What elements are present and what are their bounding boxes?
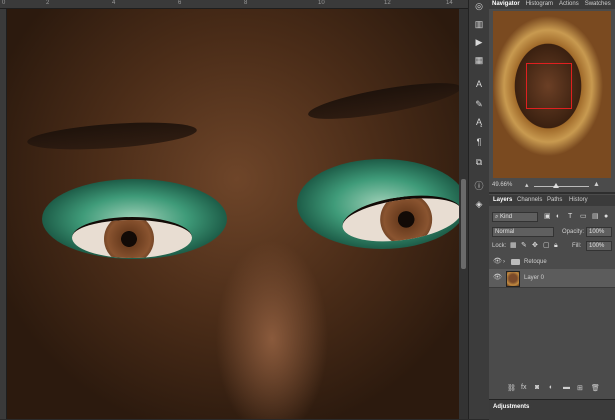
ruler-mark: 0 [2,0,6,6]
filter-kind-label: Kind [500,214,513,220]
tab-navigator[interactable]: Navigator [492,0,520,9]
shape-filter-icon[interactable]: ▭ [580,212,587,222]
scrollbar-thumb[interactable] [461,179,466,269]
left-iris [104,220,154,258]
filter-kind-select[interactable]: ⌕ Kind [492,212,538,222]
left-eyebrow [26,118,198,154]
lock-position-icon[interactable]: ✥ [532,241,538,251]
layers-footer: ⛓ fx ◙ ◐ ▬ ⊞ 🗑︎ [489,381,615,397]
ruler-left [0,9,7,419]
tab-paths[interactable]: Paths [547,195,562,206]
divider [489,192,615,194]
right-panel: Navigator Histogram Actions Swatches 49.… [489,0,615,420]
document-canvas[interactable] [7,9,459,419]
lock-row: Lock: ▦ ✎ ✥ ▢ 🔒︎ Fill: 100% [492,241,612,251]
trash-icon[interactable]: 🗑︎ [591,384,600,392]
blend-row: Normal Opacity: 100% [492,227,612,237]
vertical-scrollbar[interactable] [459,9,468,419]
histogram-icon[interactable]: ▥ [472,18,486,30]
new-layer-icon[interactable]: ⊞ [577,384,583,392]
left-eye [72,217,192,258]
glyphs-icon[interactable]: Ą [472,116,486,128]
fx-icon[interactable]: fx [521,384,526,391]
ruler-mark: 4 [112,0,116,6]
layer-thumbnail [506,271,520,287]
tab-channels[interactable]: Channels [517,195,542,206]
ruler-mark: 2 [46,0,50,6]
type-filter-icon[interactable]: T [568,212,572,222]
search-icon: ⌕ [495,214,499,220]
adjustment-icon[interactable]: ◐ [549,384,553,391]
ruler-mark: 10 [318,0,325,6]
ruler-mark: 8 [244,0,248,6]
smart-filter-icon[interactable]: ▤ [592,212,599,222]
navigator-icon[interactable]: ◎ [472,0,486,12]
layer-name: Layer 0 [524,275,545,281]
layers-tabs: Layers Channels Paths History [489,195,615,206]
zoom-in-icon[interactable]: ▲ [593,181,600,188]
filter-toggle-icon[interactable]: ● [604,212,608,222]
tab-histogram[interactable]: Histogram [526,0,553,9]
lock-transparency-icon[interactable]: ▦ [510,241,517,251]
ruler-mark: 6 [178,0,182,6]
actions-icon[interactable]: ▶ [472,36,486,48]
adjustment-filter-icon[interactable]: ◐ [556,212,560,222]
panel-icon-strip: ◎ ▥ ▶ ▦ A ✎ Ą ¶ ⧉ ⓘ ◈ [468,0,490,419]
layer-row-pixel[interactable]: 👁︎ Layer 0 [489,269,615,288]
ruler-top: 0 2 4 6 8 10 12 14 [0,0,470,9]
visibility-eye-icon[interactable]: 👁︎ [493,269,502,287]
layer-filter-row: ⌕ Kind ▣ ◐ T ▭ ▤ ● [492,212,612,222]
zoom-slider[interactable] [534,186,589,187]
adjustments-panel: Adjustments [489,399,615,420]
ruler-mark: 14 [446,0,453,6]
tab-history[interactable]: History [569,195,588,206]
fill-input[interactable]: 100% [586,241,612,251]
navigator-view-box[interactable] [526,63,572,109]
lock-all-icon[interactable]: 🔒︎ [554,241,558,251]
character-icon[interactable]: A [472,78,486,90]
swatches-icon[interactable]: ▦ [472,54,486,66]
link-icon[interactable]: ⛓ [507,384,516,392]
ruler-mark: 12 [384,0,391,6]
opacity-label: Opacity: [562,229,585,235]
lock-artboard-icon[interactable]: ▢ [543,241,550,251]
brush-icon[interactable]: ✎ [472,98,486,110]
opacity-input[interactable]: 100% [586,227,612,237]
zoom-out-icon[interactable]: ▴ [525,181,529,189]
tab-swatches[interactable]: Swatches [585,0,611,9]
right-eyebrow [306,75,459,127]
layers-icon[interactable]: ◈ [472,198,486,210]
paragraph-icon[interactable]: ¶ [472,136,486,148]
clone-source-icon[interactable]: ⧉ [472,156,486,168]
zoom-percentage[interactable]: 49.66% [492,182,512,188]
folder-icon [511,259,520,265]
info-icon[interactable]: ⓘ [472,180,486,192]
blend-mode-select[interactable]: Normal [492,227,554,237]
navigator-zoom-row: 49.66% ▴ ▲ [489,181,615,191]
tab-layers[interactable]: Layers [493,195,512,206]
mask-icon[interactable]: ◙ [535,384,539,391]
panel-tabs: Navigator Histogram Actions Swatches [489,0,615,9]
navigator-preview[interactable] [493,11,611,178]
tab-actions[interactable]: Actions [559,0,579,9]
folder-icon[interactable]: ▬ [563,384,570,391]
fill-label: Fill: [572,243,582,249]
adjustments-title[interactable]: Adjustments [493,404,529,410]
lock-label: Lock: [492,243,507,249]
zoom-slider-knob[interactable] [553,183,559,188]
pixel-filter-icon[interactable]: ▣ [544,212,551,222]
lock-pixels-icon[interactable]: ✎ [521,241,527,251]
